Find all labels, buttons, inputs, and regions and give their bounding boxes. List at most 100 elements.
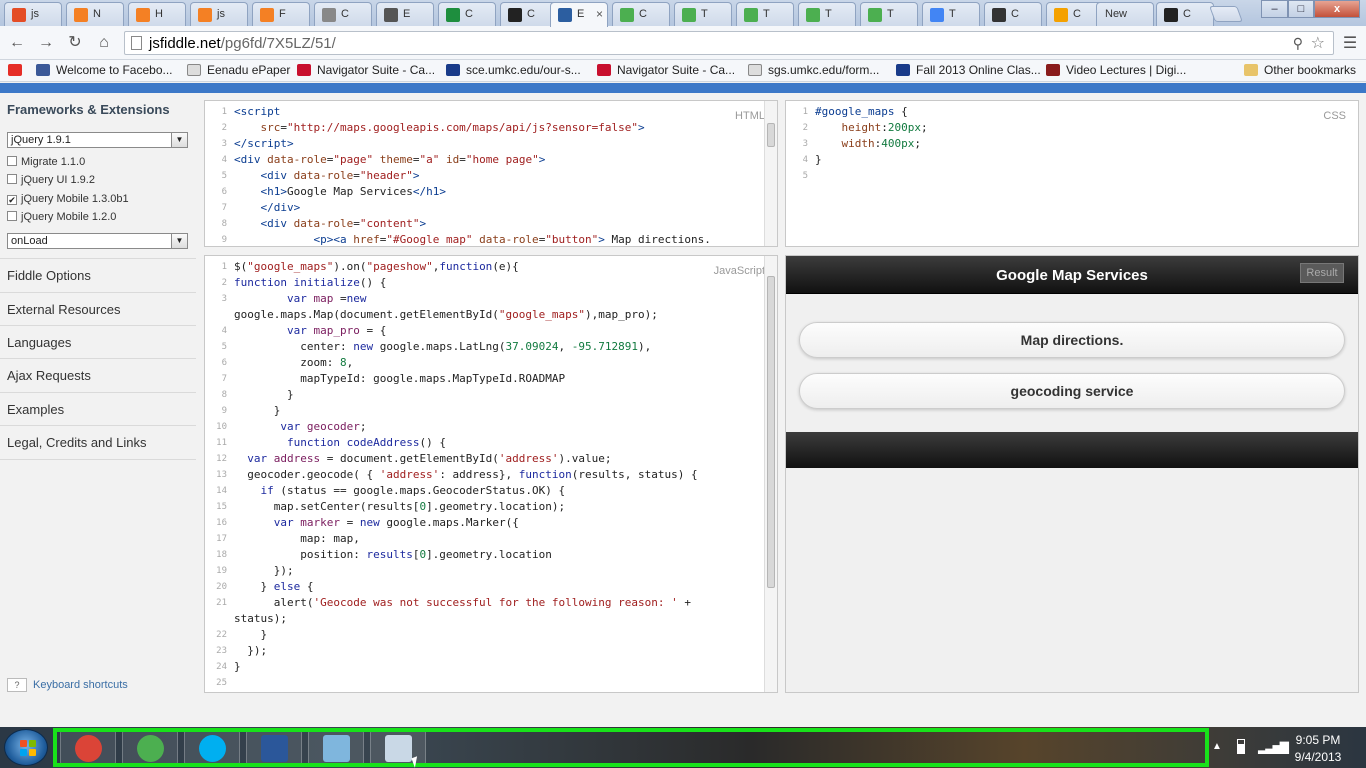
checkbox[interactable] — [7, 174, 17, 184]
sidebar-link[interactable]: Languages — [0, 325, 196, 359]
tab-label: E — [577, 8, 585, 20]
other-bookmarks[interactable]: Other bookmarks — [1244, 63, 1356, 79]
bookmark-item[interactable]: Navigator Suite - Ca... — [597, 63, 735, 79]
tab-label: C — [465, 8, 473, 20]
browser-tab[interactable]: T — [798, 2, 856, 26]
start-button[interactable] — [4, 729, 48, 766]
home-icon[interactable]: ⌂ — [94, 33, 114, 53]
geocoding-service-button[interactable]: geocoding service — [799, 373, 1345, 409]
result-panel[interactable]: Google Map Services Result Map direction… — [785, 255, 1359, 693]
sidebar-link[interactable]: Fiddle Options — [0, 258, 196, 292]
framework-select[interactable]: jQuery 1.9.1 ▼ — [7, 132, 188, 148]
extension-option[interactable]: Migrate 1.1.0 — [7, 156, 85, 170]
scroll-thumb[interactable] — [767, 123, 775, 147]
bookmark-label: Navigator Suite - Ca... — [317, 63, 436, 77]
bookmark-item[interactable]: Navigator Suite - Ca... — [297, 63, 435, 79]
bookmark-item[interactable]: sce.umkc.edu/our-s... — [446, 63, 581, 79]
bookmark-item[interactable]: Eenadu ePaper — [187, 63, 290, 79]
address-url[interactable]: jsfiddle.net/pg6fd/7X5LZ/51/ — [149, 35, 336, 52]
browser-tab[interactable]: C — [984, 2, 1042, 26]
bookmark-item[interactable]: Fall 2013 Online Clas... — [896, 63, 1041, 79]
html-editor[interactable]: 123456789 <script src="http://maps.googl… — [204, 100, 778, 247]
back-arrow-icon[interactable]: ← — [7, 33, 27, 53]
code-line: <div data-role="content"> — [260, 217, 427, 230]
bookmark-label: Eenadu ePaper — [207, 63, 291, 77]
clock-date[interactable]: 9/4/2013 — [1280, 750, 1356, 764]
browser-tab[interactable]: C — [612, 2, 670, 26]
browser-tab[interactable]: C — [314, 2, 372, 26]
bookmark-item[interactable] — [8, 63, 28, 79]
result-footer-bar — [786, 432, 1358, 468]
extension-option[interactable]: jQuery UI 1.9.2 — [7, 174, 95, 188]
code-line: $("google_maps").on("pageshow",function(… — [234, 260, 519, 273]
javascript-scrollbar[interactable] — [764, 256, 777, 692]
browser-menu-icon[interactable]: ☰ — [1340, 33, 1360, 53]
browser-tab[interactable]: C — [438, 2, 496, 26]
keyboard-shortcuts-link[interactable]: ? Keyboard shortcuts — [7, 678, 128, 692]
page-icon — [748, 64, 762, 76]
forward-arrow-icon[interactable]: → — [36, 33, 56, 53]
checkbox[interactable] — [7, 156, 17, 166]
code-line: var marker = new google.maps.Marker({ — [273, 516, 519, 529]
browser-tab[interactable]: F — [252, 2, 310, 26]
checkbox[interactable] — [7, 211, 17, 221]
bookmark-star-icon[interactable]: ☆ — [1311, 33, 1325, 53]
umkc-icon — [597, 64, 611, 76]
browser-tab[interactable]: E — [376, 2, 434, 26]
code-line: var geocoder; — [280, 420, 367, 433]
search-icon — [322, 8, 336, 22]
map-directions-button[interactable]: Map directions. — [799, 322, 1345, 358]
javascript-editor[interactable]: 1 2 3 4 5 6 7 8 9 10 11 12 13 14 15 16 17 18 19 20 21 22 23 24 2… — [204, 255, 778, 693]
show-hidden-icons-icon[interactable]: ▲ — [1212, 741, 1222, 752]
sidebar-link[interactable]: External Resources — [0, 292, 196, 326]
browser-tab[interactable]: T — [674, 2, 732, 26]
browser-tab[interactable]: C — [1156, 2, 1214, 26]
code-line: #google_maps { — [815, 105, 908, 118]
minimize-button[interactable]: – — [1261, 0, 1288, 18]
jsfiddle-page: Frameworks & Extensions jQuery 1.9.1 ▼ M… — [0, 93, 1366, 727]
sidebar-link[interactable]: Legal, Credits and Links — [0, 425, 196, 459]
code-line: map.setCenter(results[0].geometry.locati… — [234, 500, 566, 513]
sidebar-divider — [0, 459, 196, 460]
clock-time[interactable]: 9:05 PM — [1280, 733, 1356, 747]
sidebar-link[interactable]: Ajax Requests — [0, 358, 196, 392]
screen: js N Hjs F C E C C E × C T T T T T C C New C – □ x ← → ↻ ⌂ … — [0, 0, 1366, 768]
browser-tab[interactable]: H — [128, 2, 186, 26]
close-window-button[interactable]: x — [1314, 0, 1360, 18]
jsfiddle-top-bar — [0, 83, 1366, 93]
maximize-button[interactable]: □ — [1288, 0, 1314, 18]
html-scrollbar[interactable] — [764, 101, 777, 246]
bookmark-item[interactable]: Video Lectures | Digi... — [1046, 63, 1186, 79]
browser-tab[interactable]: New — [1096, 2, 1154, 26]
scroll-thumb[interactable] — [767, 276, 775, 588]
load-type-select[interactable]: onLoad ▼ — [7, 233, 188, 249]
browser-tab[interactable]: T — [922, 2, 980, 26]
extension-option[interactable]: jQuery Mobile 1.2.0 — [7, 211, 116, 225]
bookmark-item[interactable]: Welcome to Facebo... — [36, 63, 173, 79]
code-line: mapTypeId: google.maps.MapTypeId.ROADMAP — [234, 372, 566, 385]
extension-option[interactable]: ✔ jQuery Mobile 1.3.0b1 — [7, 193, 129, 207]
battery-icon[interactable] — [1237, 739, 1245, 754]
chart-icon — [868, 8, 882, 22]
search-icon[interactable]: ⚲ — [1293, 35, 1303, 52]
address-bar[interactable]: jsfiddle.net/pg6fd/7X5LZ/51/ ⚲ ☆ — [124, 31, 1334, 55]
css-editor[interactable]: 12345 #google_maps { height:200px; width… — [785, 100, 1359, 247]
browser-tab[interactable]: js — [4, 2, 62, 26]
new-tab-button[interactable] — [1209, 6, 1243, 22]
highlight-box — [53, 728, 1209, 767]
browser-tab[interactable]: N — [66, 2, 124, 26]
reload-icon[interactable]: ↻ — [65, 33, 85, 53]
close-tab-icon[interactable]: × — [596, 7, 603, 21]
browser-tab[interactable]: T — [736, 2, 794, 26]
page-icon — [131, 36, 142, 50]
checkbox-checked[interactable]: ✔ — [7, 195, 17, 205]
sidebar-link[interactable]: Examples — [0, 392, 196, 426]
keyboard-key: ? — [7, 678, 27, 692]
bookmark-item[interactable]: sgs.umkc.edu/form... — [748, 63, 879, 79]
code-line: } — [234, 404, 281, 417]
js-gutter: 1 2 3 4 5 6 7 8 9 10 11 12 13 14 15 16 17 18 19 20 21 22 23 24 2… — [216, 262, 227, 688]
browser-tab[interactable]: js — [190, 2, 248, 26]
code-line: var map =new — [286, 292, 367, 305]
browser-tab[interactable]: T — [860, 2, 918, 26]
browser-tab[interactable]: E × — [550, 2, 608, 27]
